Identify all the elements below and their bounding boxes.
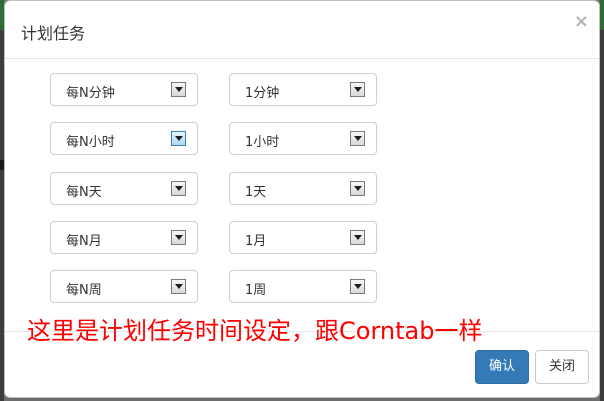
dialog-title: 计划任务 [21,24,86,43]
schedule-task-dialog: 计划任务 × 每N分钟 1分钟 每N小时 1小时 每N天 1天 每N月 1月 每… [4,0,600,398]
unit-select-hour-value: 每N小时 [66,135,115,150]
confirm-button[interactable]: 确认 [475,350,529,384]
value-select-hour[interactable]: 1小时 [229,122,377,155]
value-select-day-value: 1天 [245,185,267,200]
dropdown-arrow-icon [171,181,186,196]
dialog-body: 每N分钟 1分钟 每N小时 1小时 每N天 1天 每N月 1月 每N周 1周 [5,59,599,323]
close-icon[interactable]: × [574,13,589,31]
dropdown-arrow-icon [350,131,365,146]
dropdown-arrow-icon [350,181,365,196]
dropdown-arrow-icon [171,230,186,245]
unit-select-hour[interactable]: 每N小时 [50,122,198,155]
value-select-week[interactable]: 1周 [229,270,377,303]
dropdown-arrow-icon [350,279,365,294]
dropdown-arrow-icon [171,131,186,146]
unit-select-day-value: 每N天 [66,185,102,200]
dialog-header: 计划任务 × [5,1,599,59]
value-select-minute[interactable]: 1分钟 [229,73,377,106]
value-select-month[interactable]: 1月 [229,221,377,254]
value-select-month-value: 1月 [245,234,267,249]
value-select-day[interactable]: 1天 [229,172,377,205]
value-select-week-value: 1周 [245,283,267,298]
unit-select-week-value: 每N周 [66,283,102,298]
unit-select-minute[interactable]: 每N分钟 [50,73,198,106]
annotation-text: 这里是计划任务时间设定，跟Corntab一样 [27,317,483,345]
close-button[interactable]: 关闭 [535,350,589,384]
unit-select-minute-value: 每N分钟 [66,86,115,101]
unit-select-week[interactable]: 每N周 [50,270,198,303]
dropdown-arrow-icon [350,82,365,97]
page-backdrop-right [600,0,604,401]
dropdown-arrow-icon [171,82,186,97]
dropdown-arrow-icon [350,230,365,245]
value-select-minute-value: 1分钟 [245,86,280,101]
value-select-hour-value: 1小时 [245,135,280,150]
unit-select-month-value: 每N月 [66,234,102,249]
dropdown-arrow-icon [171,279,186,294]
unit-select-month[interactable]: 每N月 [50,221,198,254]
unit-select-day[interactable]: 每N天 [50,172,198,205]
